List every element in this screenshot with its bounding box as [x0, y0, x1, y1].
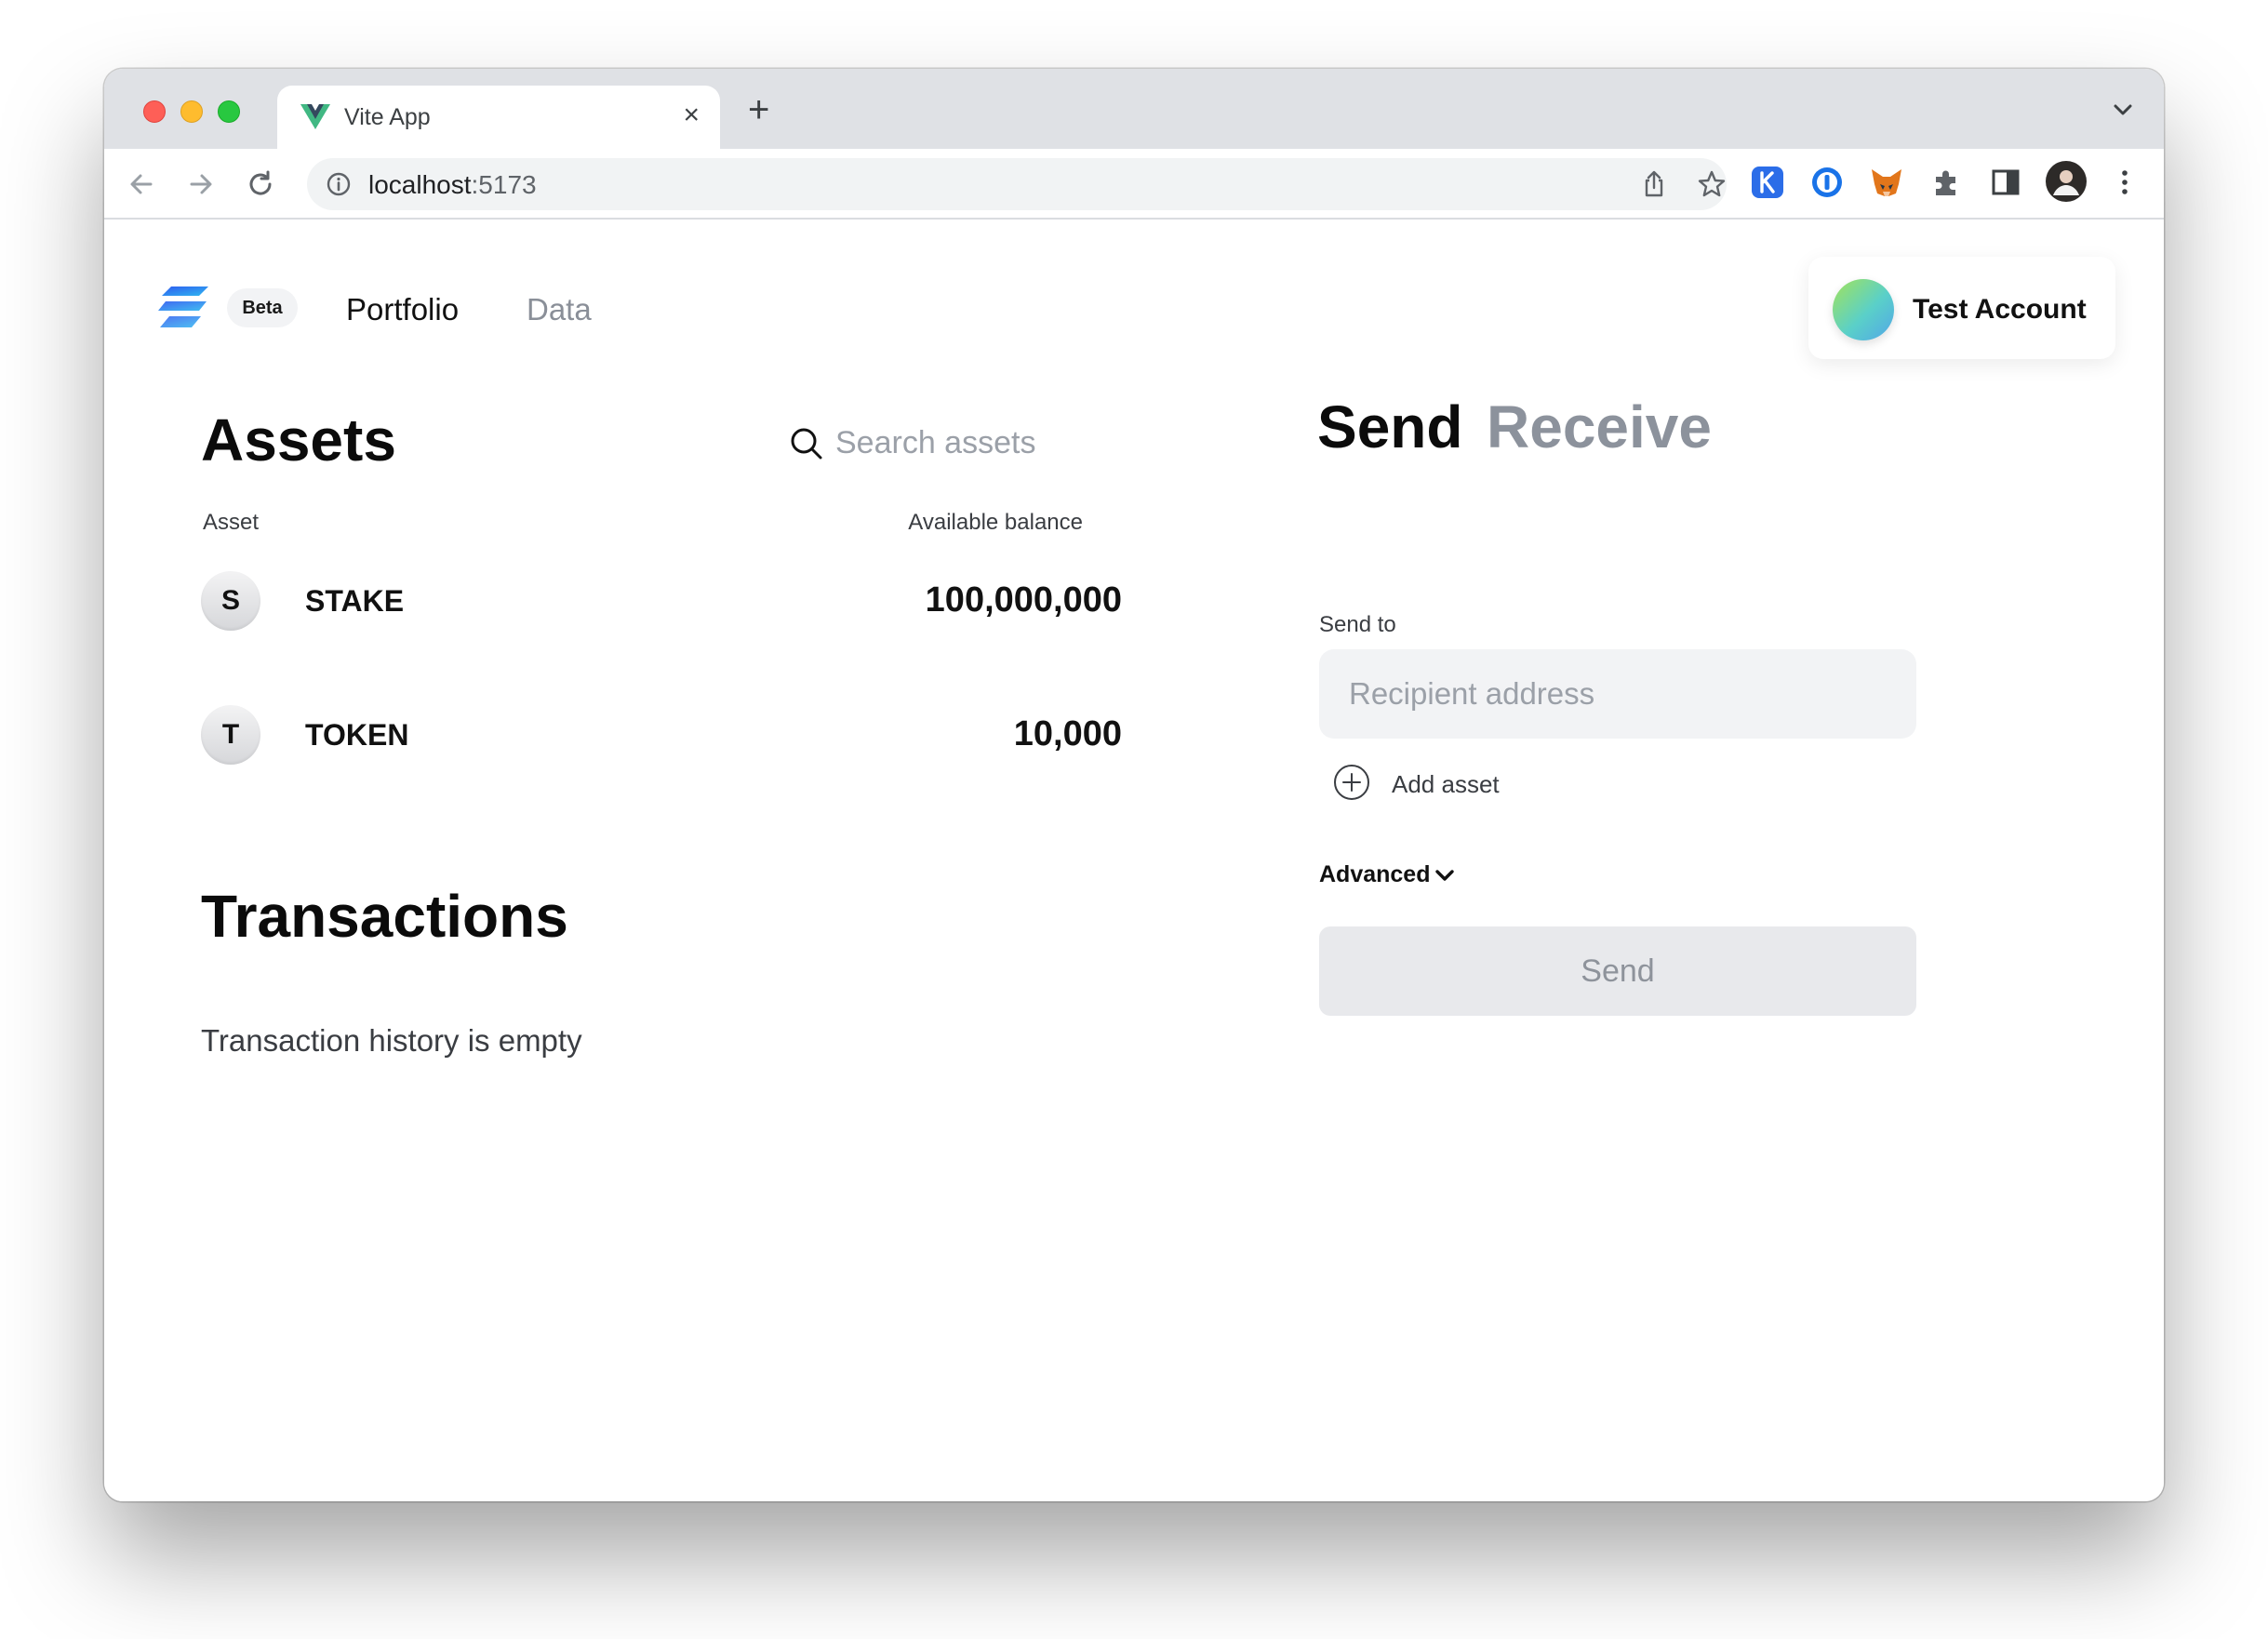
add-circle-icon[interactable] [1332, 763, 1371, 802]
asset-badge: S [201, 571, 260, 631]
recipient-address-input[interactable] [1319, 649, 1916, 739]
nav-portfolio[interactable]: Portfolio [346, 292, 459, 327]
send-button[interactable]: Send [1319, 926, 1916, 1016]
browser-toolbar: localhost:5173 [104, 149, 2164, 220]
vite-favicon-icon [300, 104, 330, 129]
account-avatar [1833, 279, 1894, 340]
window-zoom-button[interactable] [218, 100, 240, 123]
tab-send[interactable]: Send [1317, 393, 1462, 461]
info-icon[interactable] [326, 171, 352, 197]
kebab-menu-icon[interactable] [2106, 164, 2143, 201]
transactions-heading: Transactions [201, 883, 568, 950]
beta-badge: Beta [227, 288, 298, 327]
browser-window: Vite App × + localhost:5173 Beta Portfol… [104, 69, 2164, 1501]
new-tab-button[interactable]: + [748, 91, 769, 128]
window-minimize-button[interactable] [180, 100, 203, 123]
profile-avatar-icon[interactable] [2045, 160, 2088, 203]
star-icon[interactable] [1697, 169, 1727, 199]
asset-name: STAKE [305, 584, 405, 618]
back-arrow-icon[interactable] [123, 166, 160, 203]
app-logo-icon[interactable] [158, 283, 210, 331]
asset-row[interactable]: S STAKE 100,000,000 [201, 564, 1122, 638]
extension-k-icon[interactable] [1749, 164, 1786, 201]
transactions-empty-message: Transaction history is empty [201, 1023, 582, 1058]
app-page: Beta Portfolio Data Test Account Assets … [104, 220, 2164, 1501]
url-port: :5173 [471, 170, 537, 199]
asset-balance: 10,000 [1013, 714, 1122, 753]
account-name: Test Account [1913, 294, 2087, 325]
url-text: localhost:5173 [368, 170, 537, 200]
advanced-toggle[interactable]: Advanced [1319, 861, 1430, 888]
column-header-asset: Asset [203, 510, 260, 535]
browser-tab-active[interactable]: Vite App × [277, 86, 720, 151]
forward-arrow-icon[interactable] [182, 166, 220, 203]
send-to-label: Send to [1319, 612, 1396, 637]
password-manager-icon[interactable] [1808, 164, 1846, 201]
account-button[interactable]: Test Account [1808, 257, 2115, 359]
asset-balance: 100,000,000 [925, 580, 1122, 620]
nav-data[interactable]: Data [527, 292, 592, 327]
chevron-down-icon[interactable] [1433, 863, 1457, 887]
side-panel-icon[interactable] [1987, 164, 2024, 201]
reload-icon[interactable] [242, 166, 279, 203]
asset-row[interactable]: T TOKEN 10,000 [201, 698, 1122, 772]
screenshot-stage: Vite App × + localhost:5173 Beta Portfol… [0, 0, 2268, 1639]
share-icon[interactable] [1639, 169, 1669, 199]
assets-heading: Assets [201, 406, 396, 473]
tab-search-chevron-icon[interactable] [2110, 97, 2136, 123]
asset-badge: T [201, 705, 260, 765]
browser-tabstrip: Vite App × + [104, 69, 2164, 151]
window-close-button[interactable] [143, 100, 166, 123]
address-bar[interactable]: localhost:5173 [307, 158, 1727, 210]
tab-receive[interactable]: Receive [1487, 393, 1712, 461]
search-icon [791, 428, 822, 460]
asset-name: TOKEN [305, 718, 409, 752]
url-host: localhost [368, 170, 472, 199]
column-header-balance: Available balance [908, 510, 1083, 535]
add-asset-button[interactable]: Add asset [1392, 770, 1500, 799]
fox-wallet-icon[interactable] [1868, 164, 1905, 201]
tab-close-icon[interactable]: × [683, 99, 700, 132]
tab-title: Vite App [344, 104, 431, 130]
puzzle-extensions-icon[interactable] [1928, 164, 1965, 201]
search-assets-input[interactable] [835, 419, 1226, 467]
